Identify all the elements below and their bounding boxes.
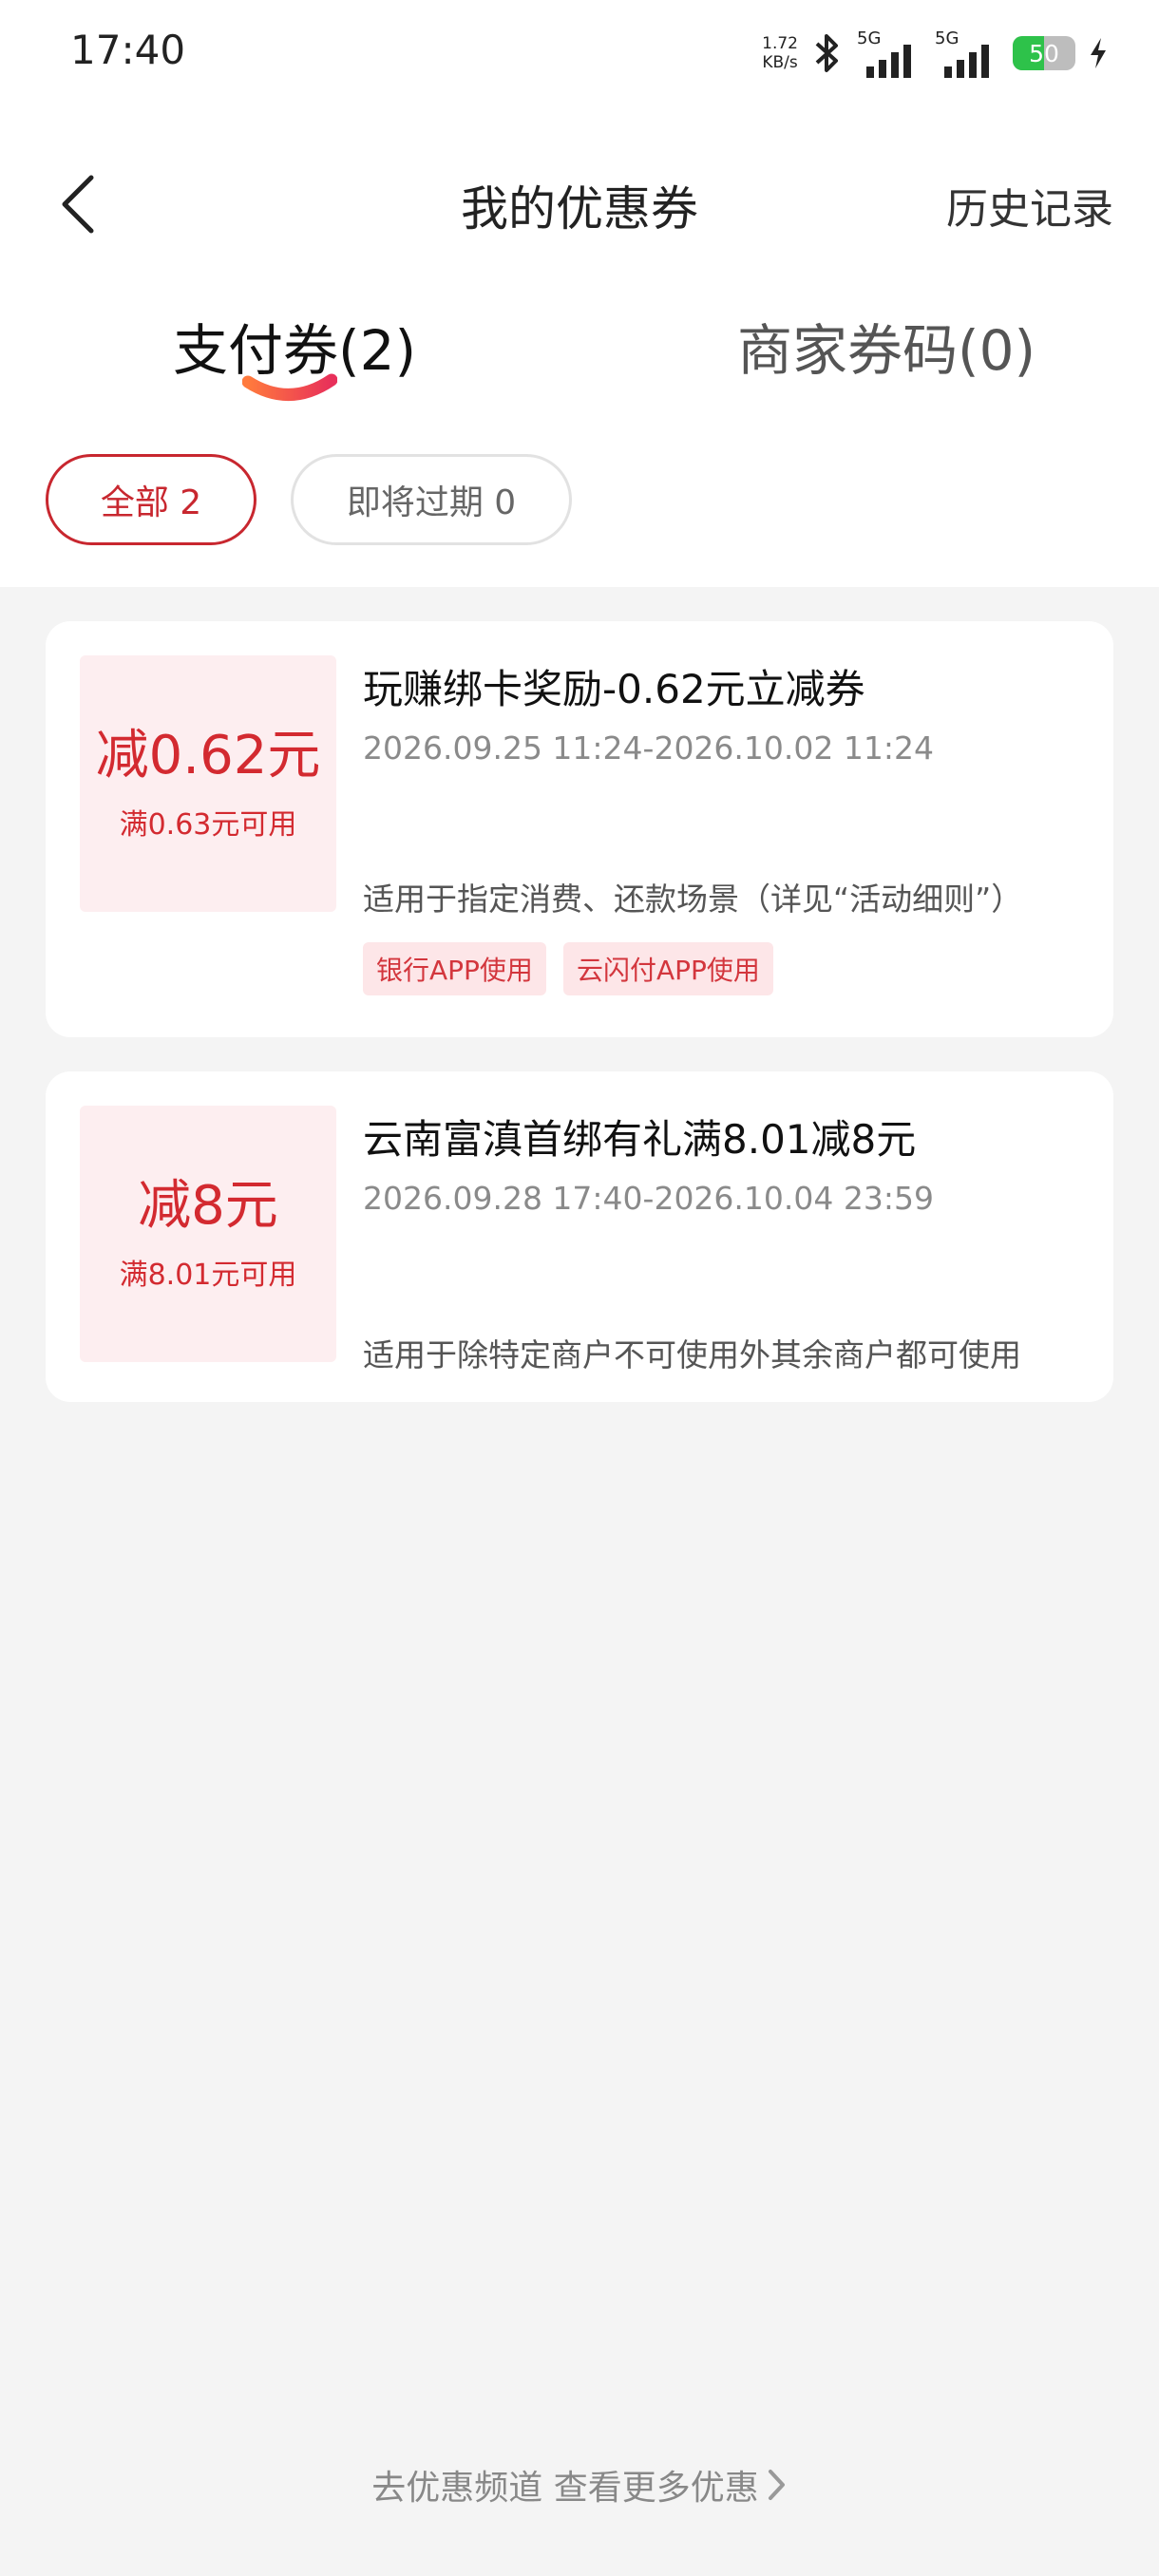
sim1-signal: 5G [857, 30, 922, 78]
net-speed: 1.72 KB/s [762, 34, 798, 72]
coupon-tag: 云闪付APP使用 [562, 942, 773, 995]
coupon-condition: 满8.01元可用 [119, 1259, 297, 1292]
active-tab-indicator [242, 373, 337, 401]
coupon-amount-box: 减0.62元 满0.63元可用 [80, 655, 336, 912]
status-time: 17:40 [70, 27, 186, 73]
coupon-condition: 满0.63元可用 [119, 808, 297, 842]
coupon-validity: 2026.09.25 11:24-2026.10.02 11:24 [363, 729, 934, 767]
chevron-right-icon [768, 2470, 785, 2500]
coupon-card[interactable]: 减8元 满8.01元可用 云南富滇首绑有礼满8.01减8元 2026.09.28… [46, 1071, 1113, 1402]
coupon-card[interactable]: 减0.62元 满0.63元可用 玩赚绑卡奖励-0.62元立减券 2026.09.… [46, 621, 1113, 1037]
coupon-scope: 适用于指定消费、还款场景（详见“活动细则”） [363, 881, 1023, 918]
filter-expiring-soon[interactable]: 即将过期 0 [291, 454, 572, 545]
coupon-title: 云南富滇首绑有礼满8.01减8元 [363, 1116, 917, 1163]
coupon-amount-box: 减8元 满8.01元可用 [80, 1106, 336, 1362]
more-offers-link[interactable]: 去优惠频道 查看更多优惠 [0, 2460, 1159, 2510]
charging-icon [1091, 38, 1106, 68]
battery-icon: 50 [1013, 36, 1075, 70]
net-speed-unit: KB/s [762, 53, 798, 72]
tab-merchant-codes[interactable]: 商家券码(0) [737, 306, 1036, 386]
signal-icon [944, 45, 989, 78]
signal-icon [866, 45, 911, 78]
coupon-validity: 2026.09.28 17:40-2026.10.04 23:59 [363, 1180, 934, 1217]
coupon-tags: 银行APP使用 云闪付APP使用 [363, 942, 773, 995]
more-offers-label: 去优惠频道 查看更多优惠 [371, 2469, 759, 2508]
coupon-tag: 银行APP使用 [363, 942, 546, 995]
net-speed-value: 1.72 [762, 34, 798, 53]
coupon-amount: 减8元 [138, 1175, 278, 1237]
history-button[interactable]: 历史记录 [946, 175, 1113, 236]
status-icons: 1.72 KB/s 5G 5G 50 [762, 28, 1108, 78]
bluetooth-icon [815, 34, 838, 72]
coupon-scope: 适用于除特定商户不可使用外其余商户都可使用 [363, 1336, 1021, 1373]
sim2-signal: 5G [935, 30, 999, 78]
filter-all[interactable]: 全部 2 [46, 454, 256, 545]
battery-level: 50 [1029, 39, 1059, 67]
coupon-title: 玩赚绑卡奖励-0.62元立减券 [363, 666, 865, 712]
coupon-amount: 减0.62元 [95, 725, 321, 786]
